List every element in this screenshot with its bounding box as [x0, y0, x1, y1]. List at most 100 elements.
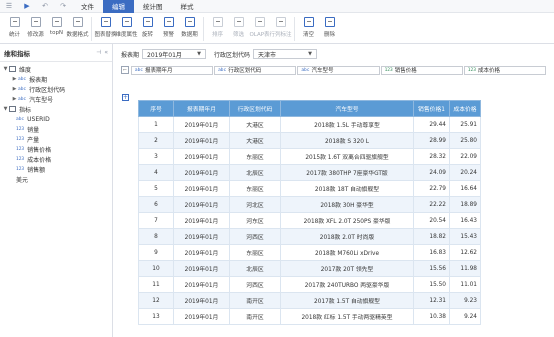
filter-icon — [233, 17, 244, 27]
table-cell: 29.44 — [413, 116, 450, 133]
table-row[interactable]: 9 2019年01月 东丽区 2018款 M760Li xDrive 16.83 12.6… — [138, 244, 481, 261]
menu-chart[interactable]: 统计图 — [134, 0, 172, 13]
table-cell: 大港区 — [229, 132, 281, 149]
table-cell: 2019年01月 — [173, 196, 230, 213]
table-cell: 12 — [138, 292, 174, 309]
table-cell: 8 — [138, 228, 174, 245]
column-header[interactable]: 销售价格1 — [413, 100, 450, 117]
menu-file[interactable]: 文件 — [72, 0, 103, 13]
tree-item[interactable]: 123 销售额 — [2, 164, 112, 174]
table-cell: 南开区 — [229, 308, 281, 325]
chevron-down-icon[interactable]: ▼ — [2, 106, 9, 112]
tree-item[interactable]: abc USERID — [2, 114, 112, 124]
field-chip[interactable]: abc 行政区划代码 — [214, 65, 297, 75]
dimension-attr-button[interactable]: 维度属性 — [116, 13, 138, 44]
tree-item[interactable]: 美元 — [2, 174, 112, 184]
table-cell: 9 — [138, 244, 174, 261]
period-select[interactable]: 2019年01月 ▼ — [142, 49, 207, 59]
tree-item[interactable]: 123 销售价格 — [2, 144, 112, 154]
table-cell: 22.09 — [449, 148, 481, 165]
menu-style[interactable]: 样式 — [172, 0, 203, 13]
column-header[interactable]: 成本价格 — [449, 100, 481, 117]
chevron-down-icon[interactable]: ▼ — [2, 66, 9, 72]
table-row[interactable]: 11 2019年01月 河西区 2017款 240TURBO 两驱豪华版 15.50 11… — [138, 276, 481, 293]
field-chip[interactable]: 123 成本价格 — [463, 65, 547, 75]
tree-item[interactable]: ▶ abc 报表期 — [2, 74, 112, 84]
modify-source-button[interactable]: 修改源 — [25, 13, 46, 44]
table-cell: 28.32 — [413, 148, 450, 165]
field-chip[interactable]: abc 汽车型号 — [297, 65, 380, 75]
region-filter-label: 行政区划代码 — [214, 51, 251, 59]
chevron-right-icon[interactable]: ▶ — [11, 96, 18, 102]
table-row[interactable]: 1 2019年01月 大港区 2018款 1.5L 手动尊享型 29.44 25.91 — [138, 116, 481, 133]
run-icon[interactable]: ▶ — [18, 0, 36, 13]
column-header[interactable]: 报表期年月 — [173, 100, 230, 117]
collapse-icon[interactable]: « — [104, 49, 108, 56]
menu-edit[interactable]: 编辑 — [103, 0, 134, 13]
table-cell: 1 — [138, 116, 174, 133]
tree-folder-measure[interactable]: ▼ 指标 — [2, 104, 112, 114]
table-row[interactable]: 8 2019年01月 河西区 2018款 2.0T 时尚版 18.82 15.43 — [138, 228, 481, 245]
data-format-button[interactable]: 数据格式 — [67, 13, 89, 44]
clear-button[interactable]: 清空 — [298, 13, 319, 44]
alert-button[interactable]: 预警 — [158, 13, 179, 44]
alert-icon — [163, 17, 174, 27]
table-cell: 2019年01月 — [173, 308, 230, 325]
topn-button[interactable]: topN — [46, 13, 67, 44]
table-cell: 25.91 — [449, 116, 481, 133]
column-header[interactable]: 汽车型号 — [280, 100, 414, 117]
table-cell: 2017款 1.5T 自动旗舰型 — [280, 292, 414, 309]
tree-item[interactable]: 123 产量 — [2, 134, 112, 144]
stat-icon — [9, 17, 20, 27]
column-header[interactable]: 序号 — [138, 100, 174, 117]
pin-icon[interactable]: ⊣ — [96, 49, 101, 56]
data-period-button[interactable]: 数据期 — [179, 13, 200, 44]
tree-item[interactable]: 123 成本价格 — [2, 154, 112, 164]
chevron-right-icon[interactable]: ▶ — [11, 86, 18, 92]
table-row[interactable]: 13 2019年01月 南开区 2018款 红标 1.5T 手动两驱精英型 10.38 9… — [138, 308, 481, 325]
table-row[interactable]: 10 2019年01月 北辰区 2017款 20T 领先型 15.56 11.98 — [138, 260, 481, 277]
table-row[interactable]: 7 2019年01月 河东区 2018款 XFL 2.0T 250PS 豪华版 20.5… — [138, 212, 481, 229]
table-row[interactable]: 12 2019年01月 南开区 2017款 1.5T 自动旗舰型 12.31 9.23 — [138, 292, 481, 309]
table-cell: 18.89 — [449, 196, 481, 213]
table-row[interactable]: 3 2019年01月 东丽区 2015款 1.6T 双离合四驱旗舰型 28.32 22.0… — [138, 148, 481, 165]
field-chip[interactable]: 123 销售价格 — [380, 65, 463, 75]
table-row[interactable]: 2 2019年01月 大港区 2018款 S 320 L 28.99 25.80 — [138, 132, 481, 149]
delete-button[interactable]: 删除 — [319, 13, 340, 44]
table-row[interactable]: 6 2019年01月 河北区 2018款 30H 豪华型 22.22 18.89 — [138, 196, 481, 213]
add-icon[interactable]: + — [122, 94, 129, 101]
modify-source-icon — [30, 17, 41, 27]
ribbon-toolbar: 统计 修改源 topN 数据格式 图表替换 维度属性 旋转 预警 数据期 排序 … — [0, 13, 554, 44]
chart-replace-button[interactable]: 图表替换 — [95, 13, 117, 44]
redo-icon[interactable]: ↷ — [54, 0, 72, 13]
table-row[interactable]: 4 2019年01月 北辰区 2017款 380THP 7座豪华GT版 24.09 20.… — [138, 164, 481, 181]
tree-item[interactable]: ▶ abc 汽车型号 — [2, 94, 112, 104]
rotate-icon — [142, 17, 153, 27]
table-row[interactable]: 5 2019年01月 东丽区 2018款 18T 自动旗舰型 22.79 16.64 — [138, 180, 481, 197]
grid-menu-icon[interactable]: ☰ — [0, 0, 18, 13]
filter-button[interactable]: 筛选 — [228, 13, 249, 44]
table-cell: 2018款 红标 1.5T 手动两驱精英型 — [280, 308, 414, 325]
stat-button[interactable]: 统计 — [4, 13, 25, 44]
row-col-mark-button[interactable]: 行列标注 — [270, 13, 292, 44]
expand-icon[interactable]: ⌐ — [121, 66, 129, 74]
sort-button[interactable]: 排序 — [207, 13, 228, 44]
olap-table-button[interactable]: OLAP表 — [249, 13, 270, 44]
table-cell: 20.24 — [449, 164, 481, 181]
field-chip[interactable]: abc 报表期年月 — [130, 65, 214, 75]
tree-item[interactable]: ▶ abc 行政区划代码 — [2, 84, 112, 94]
tree-item[interactable]: 123 销量 — [2, 124, 112, 134]
table-cell: 16.64 — [449, 180, 481, 197]
undo-icon[interactable]: ↶ — [36, 0, 54, 13]
table-cell: 22.79 — [413, 180, 450, 197]
table-cell: 12.62 — [449, 244, 481, 261]
table-cell: 2018款 S 320 L — [280, 132, 414, 149]
chevron-right-icon[interactable]: ▶ — [11, 76, 18, 82]
table-cell: 3 — [138, 148, 174, 165]
region-select[interactable]: 天津市 ▼ — [253, 49, 318, 59]
table-cell: 10.38 — [413, 308, 450, 325]
column-header[interactable]: 行政区划代码 — [229, 100, 281, 117]
rotate-button[interactable]: 旋转 — [137, 13, 158, 44]
tree-folder-dimension[interactable]: ▼ 维度 — [2, 64, 112, 74]
table-cell: 5 — [138, 180, 174, 197]
